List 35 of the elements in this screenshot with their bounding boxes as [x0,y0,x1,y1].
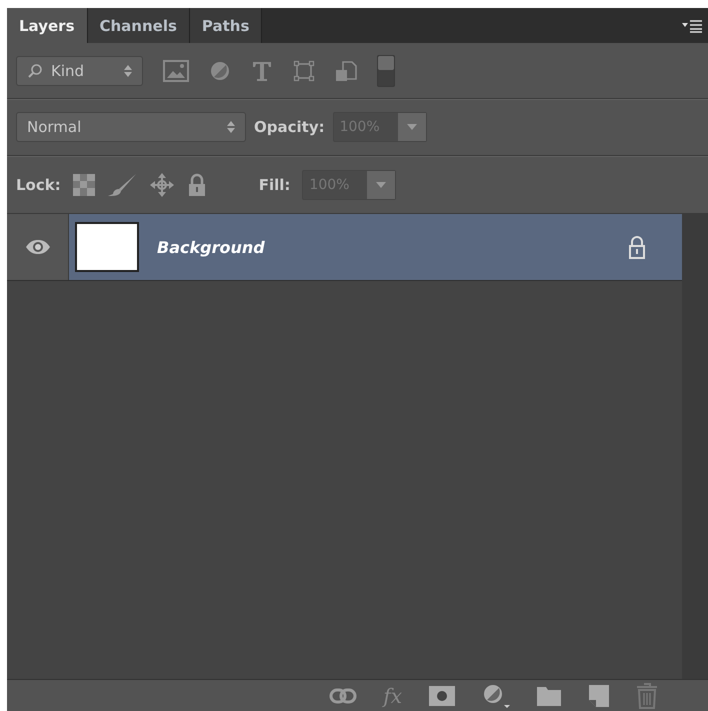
caret-icon [406,124,417,130]
mask-icon[interactable] [428,684,456,706]
filter-toggle[interactable] [377,54,395,86]
checkerboard-icon[interactable] [72,174,95,196]
image-icon[interactable] [163,60,189,82]
shape-transform-icon[interactable] [293,60,315,82]
updown-icon [227,120,235,134]
folder-icon[interactable] [536,684,562,706]
filter-kind-dropdown[interactable]: Kind [16,56,143,86]
new-page-icon[interactable] [588,684,610,708]
panel-tab[interactable]: Layers [7,8,88,43]
scrollbar-track[interactable] [682,214,708,679]
half-circle-icon[interactable] [209,60,231,82]
fill-label: Fill: [258,176,290,194]
search-icon [27,62,43,78]
panel-tab[interactable]: Paths [190,8,262,43]
text-type-icon[interactable] [251,60,273,82]
move-arrows-icon[interactable] [148,172,175,198]
layer-thumbnail [75,222,139,272]
eye-icon[interactable] [24,239,50,255]
panel-menu-icon[interactable] [682,18,702,32]
lock-label: Lock: [16,176,61,194]
updown-icon [124,64,132,78]
opacity-label: Opacity: [254,118,325,136]
blend-mode-dropdown[interactable]: Normal [16,112,246,142]
lock-icon[interactable] [186,172,207,196]
panel-tab[interactable]: Channels [88,8,190,43]
caret-icon [376,182,386,188]
link-icon[interactable] [329,688,358,704]
half-circle-icon[interactable] [482,682,510,708]
brush-icon[interactable] [106,172,137,196]
smart-object-icon[interactable] [335,60,357,82]
trash-icon[interactable] [636,682,658,708]
layer-name: Background [157,238,266,256]
layer-row[interactable]: Background [69,214,682,280]
